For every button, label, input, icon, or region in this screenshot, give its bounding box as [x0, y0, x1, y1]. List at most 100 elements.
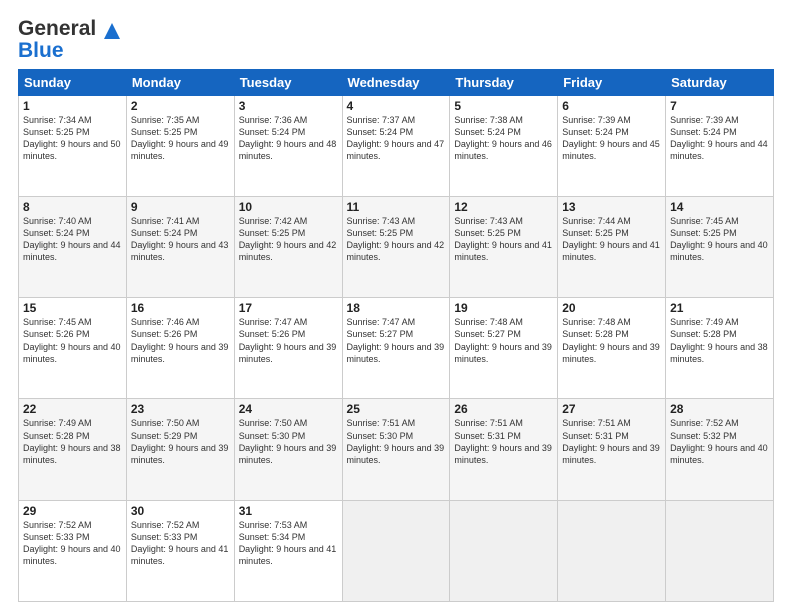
cell-info: Sunrise: 7:39 AMSunset: 5:24 PMDaylight:… — [562, 115, 660, 161]
cell-info: Sunrise: 7:48 AMSunset: 5:27 PMDaylight:… — [454, 317, 552, 363]
day-cell-31: 31 Sunrise: 7:53 AMSunset: 5:34 PMDayligh… — [234, 500, 342, 601]
day-number: 27 — [562, 402, 661, 416]
day-number: 2 — [131, 99, 230, 113]
cell-info: Sunrise: 7:48 AMSunset: 5:28 PMDaylight:… — [562, 317, 660, 363]
weekday-header-monday: Monday — [126, 69, 234, 95]
day-cell-8: 8Sunrise: 7:40 AMSunset: 5:24 PMDaylight… — [19, 197, 127, 298]
day-number: 28 — [670, 402, 769, 416]
weekday-header-wednesday: Wednesday — [342, 69, 450, 95]
day-cell-21: 21 Sunrise: 7:49 AMSunset: 5:28 PMDayligh… — [666, 298, 774, 399]
cell-info: Sunrise: 7:49 AMSunset: 5:28 PMDaylight:… — [23, 418, 121, 464]
day-number: 30 — [131, 504, 230, 518]
day-number: 26 — [454, 402, 553, 416]
day-cell-16: 16Sunrise: 7:46 AMSunset: 5:26 PMDayligh… — [126, 298, 234, 399]
cell-info: Sunrise: 7:41 AMSunset: 5:24 PMDaylight:… — [131, 216, 229, 262]
day-number: 1 — [23, 99, 122, 113]
cell-info: Sunrise: 7:53 AMSunset: 5:34 PMDaylight:… — [239, 520, 337, 566]
day-cell-17: 17Sunrise: 7:47 AMSunset: 5:26 PMDayligh… — [234, 298, 342, 399]
day-cell-11: 11 Sunrise: 7:43 AMSunset: 5:25 PMDayligh… — [342, 197, 450, 298]
day-cell-18: 18 Sunrise: 7:47 AMSunset: 5:27 PMDayligh… — [342, 298, 450, 399]
cell-info: Sunrise: 7:45 AMSunset: 5:25 PMDaylight:… — [670, 216, 768, 262]
day-number: 3 — [239, 99, 338, 113]
cell-info: Sunrise: 7:34 AMSunset: 5:25 PMDaylight:… — [23, 115, 121, 161]
day-number: 29 — [23, 504, 122, 518]
cell-info: Sunrise: 7:43 AMSunset: 5:25 PMDaylight:… — [347, 216, 445, 262]
day-cell-2: 2 Sunrise: 7:35 AMSunset: 5:25 PMDaylight… — [126, 95, 234, 196]
day-number: 4 — [347, 99, 446, 113]
logo-line2: Blue — [18, 40, 121, 61]
day-number: 6 — [562, 99, 661, 113]
cell-info: Sunrise: 7:52 AMSunset: 5:33 PMDaylight:… — [23, 520, 121, 566]
day-number: 15 — [23, 301, 122, 315]
day-number: 20 — [562, 301, 661, 315]
day-cell-23: 23 Sunrise: 7:50 AMSunset: 5:29 PMDayligh… — [126, 399, 234, 500]
week-row-3: 15 Sunrise: 7:45 AMSunset: 5:26 PMDayligh… — [19, 298, 774, 399]
day-cell-20: 20 Sunrise: 7:48 AMSunset: 5:28 PMDayligh… — [558, 298, 666, 399]
cell-info: Sunrise: 7:36 AMSunset: 5:24 PMDaylight:… — [239, 115, 337, 161]
cell-info: Sunrise: 7:51 AMSunset: 5:31 PMDaylight:… — [454, 418, 552, 464]
cell-info: Sunrise: 7:47 AMSunset: 5:27 PMDaylight:… — [347, 317, 445, 363]
day-number: 21 — [670, 301, 769, 315]
day-cell-5: 5Sunrise: 7:38 AMSunset: 5:24 PMDaylight… — [450, 95, 558, 196]
day-number: 8 — [23, 200, 122, 214]
logo-general: General — [18, 17, 96, 40]
weekday-header-tuesday: Tuesday — [234, 69, 342, 95]
day-number: 31 — [239, 504, 338, 518]
cell-info: Sunrise: 7:49 AMSunset: 5:28 PMDaylight:… — [670, 317, 768, 363]
day-number: 22 — [23, 402, 122, 416]
weekday-header-saturday: Saturday — [666, 69, 774, 95]
page: General Blue SundayMondayTuesdayWednesda… — [0, 0, 792, 612]
empty-cell — [342, 500, 450, 601]
day-cell-26: 26 Sunrise: 7:51 AMSunset: 5:31 PMDayligh… — [450, 399, 558, 500]
day-number: 10 — [239, 200, 338, 214]
day-cell-12: 12 Sunrise: 7:43 AMSunset: 5:25 PMDayligh… — [450, 197, 558, 298]
day-number: 18 — [347, 301, 446, 315]
day-cell-9: 9Sunrise: 7:41 AMSunset: 5:24 PMDaylight… — [126, 197, 234, 298]
cell-info: Sunrise: 7:44 AMSunset: 5:25 PMDaylight:… — [562, 216, 660, 262]
cell-info: Sunrise: 7:45 AMSunset: 5:26 PMDaylight:… — [23, 317, 121, 363]
day-number: 14 — [670, 200, 769, 214]
day-cell-1: 1 Sunrise: 7:34 AMSunset: 5:25 PMDaylight… — [19, 95, 127, 196]
weekday-header-row: SundayMondayTuesdayWednesdayThursdayFrid… — [19, 69, 774, 95]
logo-icon — [103, 22, 121, 40]
day-cell-25: 25Sunrise: 7:51 AMSunset: 5:30 PMDayligh… — [342, 399, 450, 500]
day-cell-10: 10 Sunrise: 7:42 AMSunset: 5:25 PMDayligh… — [234, 197, 342, 298]
week-row-5: 29 Sunrise: 7:52 AMSunset: 5:33 PMDayligh… — [19, 500, 774, 601]
day-cell-7: 7Sunrise: 7:39 AMSunset: 5:24 PMDaylight… — [666, 95, 774, 196]
logo-blue: Blue — [18, 39, 64, 62]
cell-info: Sunrise: 7:38 AMSunset: 5:24 PMDaylight:… — [454, 115, 552, 161]
empty-cell — [450, 500, 558, 601]
cell-info: Sunrise: 7:35 AMSunset: 5:25 PMDaylight:… — [131, 115, 229, 161]
cell-info: Sunrise: 7:51 AMSunset: 5:30 PMDaylight:… — [347, 418, 445, 464]
logo: General Blue — [18, 18, 121, 61]
day-cell-4: 4 Sunrise: 7:37 AMSunset: 5:24 PMDaylight… — [342, 95, 450, 196]
day-cell-6: 6 Sunrise: 7:39 AMSunset: 5:24 PMDaylight… — [558, 95, 666, 196]
cell-info: Sunrise: 7:52 AMSunset: 5:32 PMDaylight:… — [670, 418, 768, 464]
header: General Blue — [18, 18, 774, 61]
day-cell-27: 27 Sunrise: 7:51 AMSunset: 5:31 PMDayligh… — [558, 399, 666, 500]
cell-info: Sunrise: 7:37 AMSunset: 5:24 PMDaylight:… — [347, 115, 445, 161]
day-number: 12 — [454, 200, 553, 214]
day-number: 11 — [347, 200, 446, 214]
empty-cell — [666, 500, 774, 601]
cell-info: Sunrise: 7:43 AMSunset: 5:25 PMDaylight:… — [454, 216, 552, 262]
cell-info: Sunrise: 7:50 AMSunset: 5:29 PMDaylight:… — [131, 418, 229, 464]
cell-info: Sunrise: 7:50 AMSunset: 5:30 PMDaylight:… — [239, 418, 337, 464]
day-cell-22: 22 Sunrise: 7:49 AMSunset: 5:28 PMDayligh… — [19, 399, 127, 500]
day-number: 23 — [131, 402, 230, 416]
weekday-header-friday: Friday — [558, 69, 666, 95]
day-cell-24: 24Sunrise: 7:50 AMSunset: 5:30 PMDayligh… — [234, 399, 342, 500]
day-cell-28: 28 Sunrise: 7:52 AMSunset: 5:32 PMDayligh… — [666, 399, 774, 500]
day-cell-14: 14 Sunrise: 7:45 AMSunset: 5:25 PMDayligh… — [666, 197, 774, 298]
cell-info: Sunrise: 7:42 AMSunset: 5:25 PMDaylight:… — [239, 216, 337, 262]
cell-info: Sunrise: 7:39 AMSunset: 5:24 PMDaylight:… — [670, 115, 768, 161]
weekday-header-thursday: Thursday — [450, 69, 558, 95]
empty-cell — [558, 500, 666, 601]
cell-info: Sunrise: 7:52 AMSunset: 5:33 PMDaylight:… — [131, 520, 229, 566]
day-number: 19 — [454, 301, 553, 315]
day-cell-29: 29 Sunrise: 7:52 AMSunset: 5:33 PMDayligh… — [19, 500, 127, 601]
cell-info: Sunrise: 7:51 AMSunset: 5:31 PMDaylight:… — [562, 418, 660, 464]
day-cell-19: 19 Sunrise: 7:48 AMSunset: 5:27 PMDayligh… — [450, 298, 558, 399]
day-cell-3: 3 Sunrise: 7:36 AMSunset: 5:24 PMDaylight… — [234, 95, 342, 196]
logo-line1: General — [18, 18, 121, 40]
